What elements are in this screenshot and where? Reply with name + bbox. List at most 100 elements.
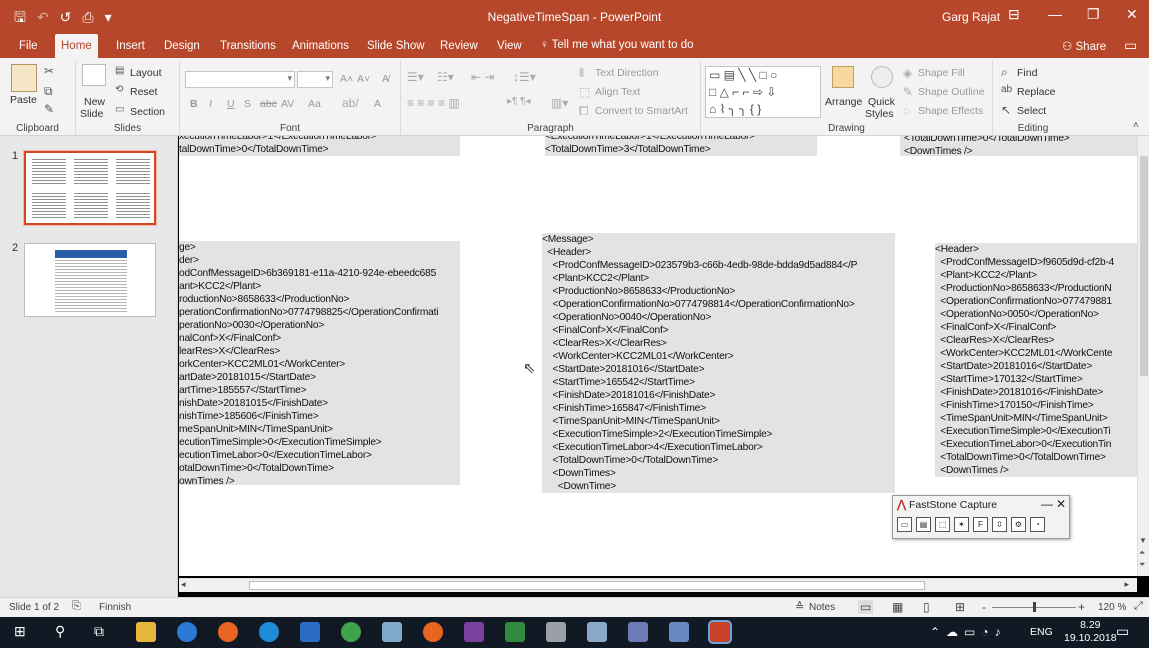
system-tray-icons[interactable]: ⌃☁▭◔♪ [930,625,1007,639]
convert-smartart-button[interactable]: Convert to SmartArt [595,105,688,117]
search-icon[interactable]: ⚲ [55,623,65,640]
task-view-icon[interactable]: ⧉ [94,623,104,640]
cut-icon[interactable]: ✂ [44,64,54,78]
reset-button[interactable]: Reset [130,86,157,98]
xml-textbox-top-right[interactable]: <TotalDownTime>0</TotalDownTime> <DownTim… [900,136,1137,156]
zoom-in-button[interactable]: + [1078,600,1085,614]
quick-styles-label-1[interactable]: Quick [868,96,895,108]
capture-object-icon[interactable]: ▤ [916,517,931,532]
shape-effects-button[interactable]: Shape Effects [918,105,983,117]
start-icon[interactable]: ⊞ [14,623,26,640]
bullets-icon[interactable]: ☰▾ [407,70,424,84]
previous-slide-icon[interactable]: ⏶ [1139,548,1145,558]
firefox-icon[interactable] [218,622,238,642]
shadow-button[interactable]: S [244,98,251,110]
change-case-button[interactable]: Aa [308,98,321,110]
tools-icon[interactable] [546,622,566,642]
faststone-capture-toolbar[interactable]: ⋀ FastStone Capture — ✕ ▭ ▤ ⬚ ✶ F ⇳ ⚙ ◔ [892,495,1070,539]
italic-button[interactable]: I [209,98,212,110]
slide-thumbnail-2[interactable] [24,243,156,317]
scroll-right-icon[interactable]: ▸ [1124,579,1129,590]
grow-font-button[interactable]: A˄ [340,73,353,85]
close-button[interactable]: ✕ [1126,6,1138,23]
restore-button[interactable]: ❐ [1087,6,1100,23]
strikethrough-button[interactable]: abc [260,98,277,110]
project-icon[interactable] [505,622,525,642]
app-icon[interactable] [669,622,689,642]
new-slide-label-1[interactable]: New [84,96,105,108]
firefox-icon[interactable] [423,622,443,642]
capture-window-icon[interactable]: ▭ [897,517,912,532]
slide-show-icon[interactable]: ⊞ [955,600,965,614]
faststone-close-button[interactable]: ✕ [1056,497,1066,511]
app-icon[interactable] [587,622,607,642]
outlook-icon[interactable] [300,622,320,642]
new-slide-icon[interactable] [82,64,106,86]
notifications-icon[interactable]: ▭ [1116,623,1129,640]
paste-button[interactable]: Paste [10,94,37,106]
shrink-font-button[interactable]: A˅ [357,73,370,85]
xml-textbox-right[interactable]: <Header> <ProdConfMessageID>f9605d9d-cf2… [935,243,1137,477]
zoom-level[interactable]: 120 % [1098,602,1126,613]
numbering-icon[interactable]: ☷▾ [437,70,454,84]
tab-file[interactable]: File [13,34,44,58]
onenote-icon[interactable] [464,622,484,642]
clear-formatting-button[interactable]: A̸ [382,73,389,85]
vertical-scrollbar[interactable]: ▼ ⏶ ⏷ [1137,136,1149,576]
replace-button[interactable]: Replace [1017,86,1056,98]
zoom-slider-thumb[interactable] [1033,602,1036,612]
rtl-icons[interactable]: ▸¶ ¶◂ [507,96,531,107]
font-color-button[interactable]: A [374,98,381,110]
tab-view[interactable]: View [491,34,528,58]
bold-button[interactable]: B [190,98,198,110]
tab-insert[interactable]: Insert [110,34,151,58]
line-spacing-icon[interactable]: ↕☰▾ [513,70,536,84]
user-name[interactable]: Garg Rajat [942,10,1000,24]
ribbon-display-options-icon[interactable]: ⊟ [1008,6,1020,23]
copy-icon[interactable]: ⧉ [44,84,53,99]
zoom-out-button[interactable]: - [982,600,986,614]
edge-icon[interactable] [177,622,197,642]
tab-animations[interactable]: Animations [286,34,355,58]
tab-review[interactable]: Review [434,34,484,58]
scroll-down-icon[interactable]: ▼ [1139,536,1147,545]
columns-icon[interactable]: ▥▾ [551,96,568,110]
new-slide-label-2[interactable]: Slide [80,108,103,120]
file-explorer-icon[interactable] [136,622,156,642]
slide-sorter-icon[interactable]: ▦ [892,600,903,614]
next-slide-icon[interactable]: ⏷ [1139,560,1145,570]
text-direction-button[interactable]: Text Direction [595,67,659,79]
scroll-left-icon[interactable]: ◂ [181,579,186,590]
shapes-gallery[interactable]: ▭ ▤ ╲ ╲ □ ○ □ △ ⌐ ⌐ ⇨ ⇩ ⌂ ⌇ ╮ ╮ { } [705,66,821,118]
tab-transitions[interactable]: Transitions [214,34,282,58]
tab-slide-show[interactable]: Slide Show [361,34,431,58]
find-button[interactable]: Find [1017,67,1037,79]
reading-view-icon[interactable]: ▯ [923,600,930,614]
minimize-button[interactable]: — [1048,6,1062,22]
font-name-combo[interactable] [185,71,295,88]
format-painter-icon[interactable]: ✎ [44,102,54,116]
horizontal-scroll-thumb[interactable] [249,581,925,590]
quick-styles-label-2[interactable]: Styles [865,108,894,120]
collapse-ribbon-icon[interactable]: ˄ [1133,120,1139,131]
capture-scrolling-icon[interactable]: ⇳ [992,517,1007,532]
app-icon[interactable] [382,622,402,642]
arrange-icon[interactable] [832,66,854,88]
xml-textbox-center[interactable]: <Message> <Header> <ProdConfMessageID>02… [542,233,895,493]
app-icon[interactable] [628,622,648,642]
paste-icon[interactable] [11,64,37,92]
notes-button[interactable]: Notes [809,602,835,613]
tell-me-box[interactable]: ♀ Tell me what you want to do [540,39,694,51]
select-button[interactable]: Select [1017,105,1046,117]
clock[interactable]: 8.29 19.10.2018 [1064,619,1117,645]
quick-styles-icon[interactable] [871,66,893,88]
character-spacing-button[interactable]: AV [281,98,294,110]
indent-icons[interactable]: ⇤ ⇥ [471,70,494,84]
normal-view-icon[interactable]: ▭ [858,600,874,614]
spelling-icon[interactable]: ⎘ [72,600,81,613]
tab-home[interactable]: Home [55,34,98,58]
shape-fill-button[interactable]: Shape Fill [918,67,965,79]
skype-icon[interactable] [259,622,279,642]
xml-textbox-top-center[interactable]: <ExecutionTimeLabor>1</ExecutionTimeLabo… [545,136,817,156]
arrange-button[interactable]: Arrange [825,96,862,108]
